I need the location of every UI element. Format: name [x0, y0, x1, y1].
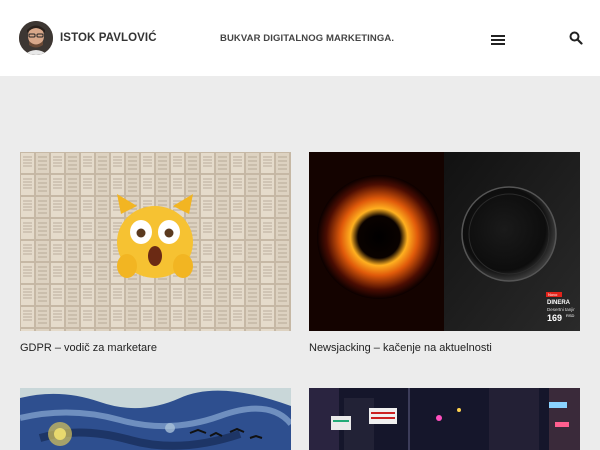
ad-currency: RSD	[566, 313, 575, 318]
screaming-cat-emoji	[117, 194, 193, 278]
post-title[interactable]: GDPR – vodič za marketare	[20, 342, 157, 354]
post-thumbnail-black-hole[interactable]: Novo DINERA Desertni tanjir 169 RSD	[309, 152, 580, 331]
search-icon[interactable]	[569, 31, 583, 45]
author-avatar	[19, 21, 53, 55]
post-card[interactable]: GDPR – vodič za marketare	[20, 152, 291, 362]
post-card[interactable]	[309, 388, 580, 450]
site-brand[interactable]: ISTOK PAVLOVIĆ	[19, 21, 157, 55]
post-title[interactable]: Newsjacking – kačenje na aktuelnosti	[309, 342, 492, 354]
ad-subtitle: Desertni tanjir	[547, 307, 575, 312]
post-card[interactable]	[20, 388, 291, 450]
site-title[interactable]: ISTOK PAVLOVIĆ	[60, 32, 157, 44]
post-thumbnail-books[interactable]	[20, 152, 291, 331]
ad-tag: Novo	[548, 292, 558, 297]
hamburger-menu-icon[interactable]	[491, 33, 505, 45]
post-thumbnail-neon-city[interactable]	[309, 388, 580, 450]
post-card[interactable]: Novo DINERA Desertni tanjir 169 RSD News…	[309, 152, 580, 362]
site-tagline: BUKVAR DIGITALNOG MARKETINGA.	[220, 33, 395, 44]
ad-brand: DINERA	[547, 300, 571, 306]
site-header: ISTOK PAVLOVIĆ BUKVAR DIGITALNOG MARKETI…	[0, 0, 600, 76]
ad-price: 169	[547, 313, 562, 323]
post-thumbnail-starry-night[interactable]	[20, 388, 291, 450]
avatar-icon	[19, 21, 53, 55]
